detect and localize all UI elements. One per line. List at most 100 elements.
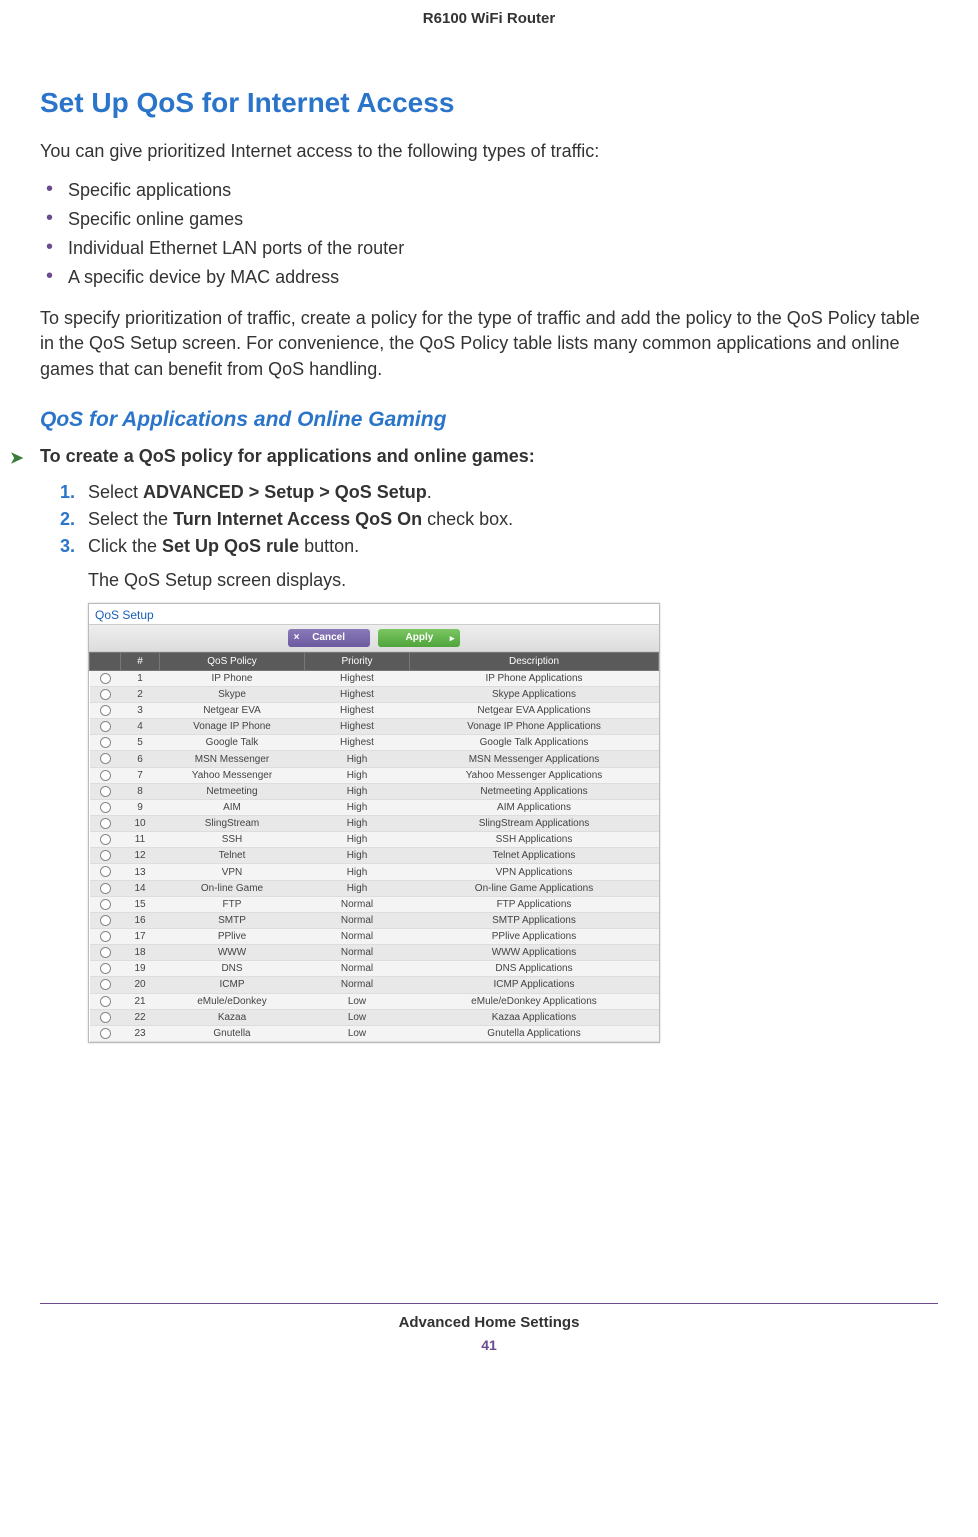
row-priority: High (305, 880, 410, 896)
row-num: 20 (121, 977, 160, 993)
radio-icon[interactable] (100, 931, 111, 942)
radio-icon[interactable] (100, 770, 111, 781)
radio-icon[interactable] (100, 915, 111, 926)
row-radio-cell (90, 929, 121, 945)
radio-icon[interactable] (100, 802, 111, 813)
radio-icon[interactable] (100, 996, 111, 1007)
radio-icon[interactable] (100, 883, 111, 894)
intro-paragraph: You can give prioritized Internet access… (40, 139, 938, 164)
row-radio-cell (90, 670, 121, 686)
list-item: Specific applications (40, 176, 938, 205)
table-row: 10SlingStreamHighSlingStream Application… (90, 816, 659, 832)
table-row: 22KazaaLowKazaa Applications (90, 1009, 659, 1025)
row-radio-cell (90, 945, 121, 961)
row-priority: Highest (305, 703, 410, 719)
row-radio-cell (90, 1009, 121, 1025)
row-num: 12 (121, 848, 160, 864)
table-header-num: # (121, 652, 160, 670)
list-item: A specific device by MAC address (40, 263, 938, 292)
row-num: 21 (121, 993, 160, 1009)
row-policy: WWW (160, 945, 305, 961)
radio-icon[interactable] (100, 947, 111, 958)
row-description: AIM Applications (410, 799, 659, 815)
cancel-button[interactable]: × Cancel (288, 629, 370, 647)
close-icon: × (294, 629, 300, 647)
radio-icon[interactable] (100, 979, 111, 990)
step-text: Select the (88, 509, 173, 529)
list-item: Individual Ethernet LAN ports of the rou… (40, 234, 938, 263)
procedure-heading: ➤ To create a QoS policy for application… (40, 446, 938, 467)
row-description: Vonage IP Phone Applications (410, 719, 659, 735)
row-policy: Google Talk (160, 735, 305, 751)
apply-button[interactable]: Apply ▸ (378, 629, 460, 647)
row-radio-cell (90, 848, 121, 864)
row-num: 23 (121, 1025, 160, 1041)
apply-button-label: Apply (406, 632, 434, 643)
radio-icon[interactable] (100, 1012, 111, 1023)
row-description: IP Phone Applications (410, 670, 659, 686)
row-num: 3 (121, 703, 160, 719)
row-description: Yahoo Messenger Applications (410, 767, 659, 783)
page-footer: Advanced Home Settings 41 (40, 1303, 938, 1353)
row-policy: FTP (160, 896, 305, 912)
row-num: 10 (121, 816, 160, 832)
radio-icon[interactable] (100, 705, 111, 716)
row-description: ICMP Applications (410, 977, 659, 993)
row-description: FTP Applications (410, 896, 659, 912)
row-priority: High (305, 783, 410, 799)
table-header-priority: Priority (305, 652, 410, 670)
radio-icon[interactable] (100, 689, 111, 700)
row-description: SMTP Applications (410, 912, 659, 928)
row-radio-cell (90, 735, 121, 751)
body-paragraph: To specify prioritization of traffic, cr… (40, 306, 938, 382)
table-header-policy: QoS Policy (160, 652, 305, 670)
row-priority: Normal (305, 912, 410, 928)
row-priority: High (305, 848, 410, 864)
row-radio-cell (90, 880, 121, 896)
radio-icon[interactable] (100, 786, 111, 797)
row-num: 5 (121, 735, 160, 751)
procedure-heading-text: To create a QoS policy for applications … (40, 446, 535, 466)
radio-icon[interactable] (100, 850, 111, 861)
table-row: 12TelnetHighTelnet Applications (90, 848, 659, 864)
row-num: 22 (121, 1009, 160, 1025)
table-header-description: Description (410, 652, 659, 670)
row-policy: SMTP (160, 912, 305, 928)
radio-icon[interactable] (100, 963, 111, 974)
row-radio-cell (90, 961, 121, 977)
row-num: 11 (121, 832, 160, 848)
radio-icon[interactable] (100, 753, 111, 764)
radio-icon[interactable] (100, 899, 111, 910)
row-priority: Normal (305, 929, 410, 945)
row-priority: High (305, 816, 410, 832)
step-text: button. (299, 536, 359, 556)
row-radio-cell (90, 816, 121, 832)
radio-icon[interactable] (100, 673, 111, 684)
traffic-type-list: Specific applications Specific online ga… (40, 176, 938, 292)
radio-icon[interactable] (100, 866, 111, 877)
row-radio-cell (90, 783, 121, 799)
row-radio-cell (90, 703, 121, 719)
table-row: 4Vonage IP PhoneHighestVonage IP Phone A… (90, 719, 659, 735)
row-description: MSN Messenger Applications (410, 751, 659, 767)
step-bold: Set Up QoS rule (162, 536, 299, 556)
row-priority: High (305, 767, 410, 783)
radio-icon[interactable] (100, 818, 111, 829)
radio-icon[interactable] (100, 1028, 111, 1039)
row-description: WWW Applications (410, 945, 659, 961)
radio-icon[interactable] (100, 721, 111, 732)
row-description: Skype Applications (410, 686, 659, 702)
row-policy: Netgear EVA (160, 703, 305, 719)
row-radio-cell (90, 912, 121, 928)
row-description: Kazaa Applications (410, 1009, 659, 1025)
step-item: Select the Turn Internet Access QoS On c… (60, 506, 938, 533)
table-row: 13VPNHighVPN Applications (90, 864, 659, 880)
table-row: 9AIMHighAIM Applications (90, 799, 659, 815)
row-num: 19 (121, 961, 160, 977)
radio-icon[interactable] (100, 737, 111, 748)
row-radio-cell (90, 751, 121, 767)
table-row: 23GnutellaLowGnutella Applications (90, 1025, 659, 1041)
row-num: 8 (121, 783, 160, 799)
radio-icon[interactable] (100, 834, 111, 845)
table-row: 20ICMPNormalICMP Applications (90, 977, 659, 993)
